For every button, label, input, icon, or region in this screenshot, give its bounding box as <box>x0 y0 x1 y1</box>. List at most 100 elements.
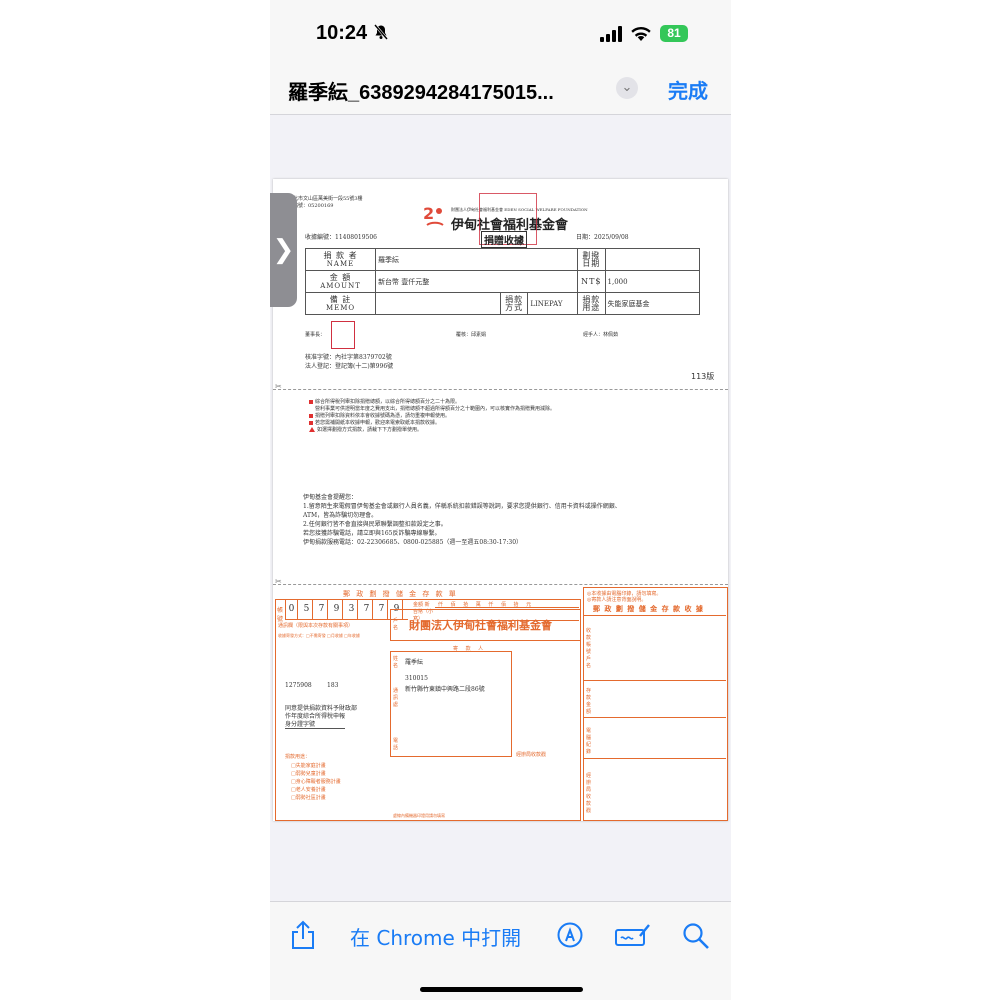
account-label: 帳號 <box>277 607 284 623</box>
transfer-date-label: 劃撥日期 <box>577 248 606 271</box>
bottom-toolbar: 在 Chrome 中打開 <box>270 901 731 1000</box>
handler: 經手人：林佩茹 <box>583 332 619 338</box>
payee-label: 戶名 <box>393 618 399 631</box>
amount-value: 1,000 <box>604 270 701 293</box>
purpose-list: □失能家庭計畫 □弱勢兒童計畫 □身心障礙者服務計畫 □老人安養計畫 □弱勢社區… <box>291 762 341 802</box>
purpose-option[interactable]: □老人安養計畫 <box>291 786 341 794</box>
document-viewer[interactable]: ❯ 台北市文山區萬美街一段55號3樓 統編號：05200169 2 財團法人伊甸… <box>270 115 731 901</box>
receipt-date: 日期：2025/09/08 <box>576 234 629 241</box>
accountant: 覆核：邱素娟 <box>456 332 487 338</box>
note-item: 營利事業可供證明當年度之費用支出，捐贈總額不超過所得額百分之十範圍內，可以核實作… <box>315 406 556 412</box>
signature-icon[interactable] <box>614 922 652 952</box>
home-indicator[interactable] <box>420 987 583 992</box>
name-label: 姓名 <box>393 656 399 669</box>
right-label: 存款金額 <box>586 688 592 715</box>
sidebar-toggle-icon[interactable]: ❯ <box>270 193 297 307</box>
purpose-option[interactable]: □身心障礙者服務計畫 <box>291 778 341 786</box>
tax-notes: 綜合所得稅列舉扣除捐贈總額，以綜合所得總額百分之二十為限。 營利事業可供證明當年… <box>309 398 555 433</box>
transfer-date-value <box>604 248 701 271</box>
open-in-chrome-button[interactable]: 在 Chrome 中打開 <box>350 922 521 951</box>
method-value: LINEPAY <box>527 292 579 315</box>
share-icon[interactable] <box>290 920 316 954</box>
chairman-label: 董事長： <box>305 332 326 338</box>
note-item: 如選擇劃撥方式捐款，請裁下下方劃撥單使用。 <box>317 427 423 433</box>
receipt-number: 收據編號：11408019506 <box>305 234 377 241</box>
cut-line <box>273 584 728 585</box>
document-title-bar: 羅季紜_6389294284175015... ⌄ 完成 <box>270 66 731 115</box>
sender-address: 新竹縣竹東鎮中興路二段86號 <box>405 686 485 693</box>
registration-number: 法人登記：登記簿(十二)第996號 <box>305 363 394 370</box>
account-digit: 3 <box>346 599 358 619</box>
reminder-title: 伊甸基金會提醒您： <box>303 494 358 501</box>
wifi-icon <box>630 24 652 47</box>
post-office-stamp-label: 經辦局收款戳 <box>516 752 547 758</box>
document-filename[interactable]: 羅季紜_6389294284175015... <box>288 76 554 105</box>
amount-label: 金 額 <box>329 272 352 282</box>
account-digit: 9 <box>331 599 343 619</box>
signal-icon <box>600 26 622 42</box>
account-digit: 5 <box>301 599 313 619</box>
address-label: 通訊處 <box>393 688 399 708</box>
receipt-send-options: 收據寄發方式：□不需寄發 □月收據 □年收據 <box>278 633 360 638</box>
receipt-title: 捐贈收據 <box>481 231 527 248</box>
reminder-line: 伊甸捐款服務電話：02-22306685、0800-025885（週一至週五08… <box>303 539 523 546</box>
purpose-label: 捐款用途 <box>577 292 606 315</box>
slip-footer: 虛線內備機器印證用請勿填寫 <box>393 813 445 818</box>
search-icon[interactable] <box>682 922 710 954</box>
code-1: 1275908 <box>285 682 312 689</box>
right-label: 電腦紀錄 <box>586 728 592 755</box>
contact-label: 通訊欄（限與本次存款有關事項） <box>278 623 354 629</box>
method-label: 捐款方式 <box>499 292 529 315</box>
reminder-line: 若您接獲詐騙電話，請立即與165反詐騙專線聯繫。 <box>303 530 441 537</box>
slip-header: 郵 政 劃 撥 儲 金 存 款 單 <box>343 590 458 598</box>
phone-label: 電話 <box>393 738 399 751</box>
donor-name: 羅季紜 <box>375 248 579 271</box>
right-label: 經辦局收款戳 <box>586 773 592 814</box>
purpose-option[interactable]: □弱勢兒童計畫 <box>291 770 341 778</box>
svg-text:2: 2 <box>423 204 434 223</box>
amount-text: 新台幣 壹仟元整 <box>375 270 579 293</box>
code-2: 183 <box>327 682 339 689</box>
currency-label: NT$ <box>577 270 606 293</box>
fraud-reminder: 伊甸基金會提醒您： 1.留意陌生來電假冒伊甸基金會或銀行人員名義，佯稱系統扣款錯… <box>303 492 621 546</box>
purpose-value: 失能家庭基金 <box>604 292 701 315</box>
cut-line <box>273 389 728 390</box>
memo-label: 備 註 <box>329 294 352 304</box>
right-label: 收款帳號戶名 <box>586 628 592 669</box>
amount-label-en: AMOUNT <box>320 281 361 290</box>
markup-icon[interactable] <box>557 922 583 952</box>
status-time: 10:24 <box>316 22 368 44</box>
reminder-line: ATM，皆為詐騙切勿理會。 <box>303 512 378 519</box>
eden-logo: 2 <box>423 203 447 229</box>
receipt-table: 捐 款 者 NAME 羅季紜 劃撥日期 金 額 AMOUNT 新台幣 壹仟元整 NT… <box>304 248 701 315</box>
chevron-down-icon[interactable]: ⌄ <box>616 77 638 99</box>
status-bar: 10:24 81 <box>270 0 731 66</box>
reminder-line: 2.任何銀行皆不會直接與民眾聯繫調整扣款設定之事。 <box>303 521 447 528</box>
purpose-option[interactable]: □弱勢社區計畫 <box>291 794 341 802</box>
org-address: 台北市文山區萬美街一段55號3樓 <box>288 196 363 202</box>
memo-value <box>375 292 501 315</box>
postal-slip: 郵 政 劃 撥 儲 金 存 款 單 帳號 0 5 7 9 3 7 7 9 金額 … <box>273 587 728 821</box>
purpose-title: 捐款用途： <box>285 754 311 760</box>
account-digit: 7 <box>361 599 373 619</box>
chairman-seal <box>331 321 355 349</box>
account-digit: 7 <box>316 599 328 619</box>
donor-label: 捐 款 者 <box>323 250 358 260</box>
sender-name: 羅季紜 <box>405 659 424 666</box>
battery-indicator: 81 <box>660 25 688 42</box>
phone-screen: 10:24 81 羅季紜_6389294284175015... ⌄ 完成 ❯ … <box>270 0 731 1000</box>
mute-bell-icon <box>373 24 389 44</box>
payee-name: 財團法人伊甸社會福利基金會 <box>409 619 552 632</box>
sender-postal-code: 310015 <box>405 675 428 682</box>
slip-receipt-title: 郵 政 劃 撥 儲 金 存 款 收 據 <box>593 604 704 613</box>
reminder-line: 1.留意陌生來電假冒伊甸基金會或銀行人員名義，佯稱系統扣款錯誤等說詞，要求您提供… <box>303 503 621 510</box>
purpose-option[interactable]: □失能家庭計畫 <box>291 762 341 770</box>
account-digit: 7 <box>376 599 388 619</box>
account-digit: 0 <box>286 599 298 619</box>
donor-label-en: NAME <box>326 259 355 268</box>
memo-label-en: MEMO <box>325 303 356 312</box>
slip-notice-2: ◎寄款人請注意背面說明。 <box>587 597 647 603</box>
approval-number: 核准字號：內社字第8379702號 <box>305 354 392 361</box>
done-button[interactable]: 完成 <box>668 75 708 104</box>
id-number-label: 身分證字號 <box>285 719 346 729</box>
